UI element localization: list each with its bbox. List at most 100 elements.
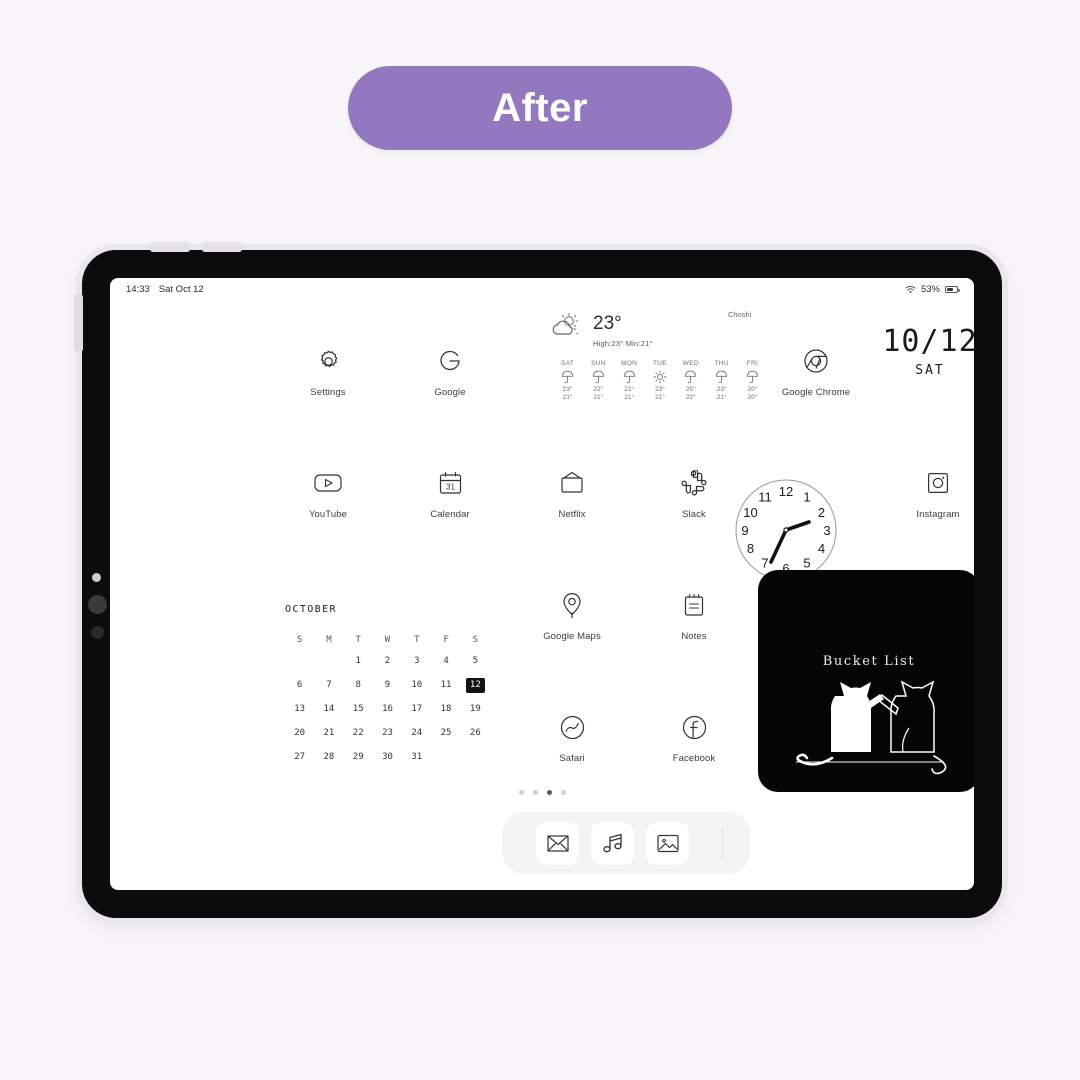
forecast-day-label: WED: [682, 360, 699, 367]
date-widget-date: 10/12: [882, 324, 974, 359]
app-youtube[interactable]: YouTube: [285, 466, 371, 520]
app-label: Facebook: [672, 753, 716, 764]
page-dot[interactable]: [532, 790, 538, 795]
calendar-icon: 31: [407, 466, 493, 500]
app-label: Safari: [559, 753, 585, 764]
calendar-day-cell[interactable]: 21: [314, 726, 343, 741]
calendar-weekday-header: T: [414, 635, 420, 645]
dock-divider: [721, 826, 723, 860]
date-widget-weekday: SAT: [915, 363, 945, 378]
svg-text:7: 7: [761, 556, 768, 571]
svg-text:5: 5: [803, 556, 810, 571]
calendar-day-cell[interactable]: 11: [431, 678, 460, 693]
calendar-day-cell[interactable]: 24: [402, 726, 431, 741]
after-banner-label: After: [492, 85, 588, 130]
calendar-day-cell[interactable]: 22: [344, 726, 373, 741]
weather-widget[interactable]: Choshi 23° High:23° Min:21° SAT 23° 21° …: [550, 310, 770, 401]
calendar-day-cell[interactable]: 13: [285, 702, 314, 717]
forecast-high: 22°: [624, 386, 635, 393]
top-button-right[interactable]: [202, 242, 242, 252]
calendar-day-cell[interactable]: 20: [285, 726, 314, 741]
app-instagram[interactable]: Instagram: [895, 466, 974, 520]
calendar-day-cell[interactable]: 9: [373, 678, 402, 693]
app-slack[interactable]: Slack: [651, 466, 737, 520]
forecast-day-label: SAT: [560, 360, 575, 367]
app-google[interactable]: Google: [407, 344, 493, 398]
side-volume-button[interactable]: [74, 294, 83, 352]
battery-icon: [945, 285, 960, 293]
svg-text:9: 9: [741, 523, 748, 538]
top-button-left[interactable]: [150, 242, 190, 252]
instagram-icon: [895, 466, 974, 500]
calendar-day-cell[interactable]: 31: [402, 750, 431, 765]
app-google-maps[interactable]: Google Maps: [529, 588, 615, 642]
calendar-day-cell[interactable]: 18: [431, 702, 460, 717]
forecast-low: 21°: [655, 394, 665, 401]
photo-icon: [656, 834, 679, 853]
calendar-day-cell[interactable]: 15: [344, 702, 373, 717]
bucket-list-widget[interactable]: Bucket List: [758, 570, 974, 792]
calendar-day-today[interactable]: 12: [461, 678, 490, 693]
dock-app-mail[interactable]: [536, 821, 579, 865]
sun-icon: [646, 369, 673, 385]
app-notes[interactable]: Notes: [651, 588, 737, 642]
page-dot[interactable]: [518, 790, 524, 795]
page-indicator-dots[interactable]: [110, 790, 974, 795]
page-dot-active[interactable]: [546, 790, 552, 795]
calendar-day-cell[interactable]: 2: [373, 654, 402, 669]
calendar-day-cell[interactable]: 17: [402, 702, 431, 717]
calendar-day-cell[interactable]: 29: [344, 750, 373, 765]
umbrella-icon: [585, 369, 612, 385]
app-google-chrome[interactable]: Google Chrome: [773, 344, 859, 398]
app-label: Calendar: [430, 509, 470, 520]
app-netflix[interactable]: Netflix: [529, 466, 615, 520]
calendar-day-cell[interactable]: 14: [314, 702, 343, 717]
calendar-day-cell[interactable]: 1: [344, 654, 373, 669]
calendar-day-cell[interactable]: 5: [461, 654, 490, 669]
compass-icon: [529, 710, 615, 744]
clock-widget[interactable]: 12 1 2 3 4 5 6 7 8 9 10 11: [734, 478, 838, 582]
app-label: Netflix: [558, 509, 586, 520]
forecast-day: TUE 23° 21°: [646, 360, 673, 401]
calendar-day-cell[interactable]: 3: [402, 654, 431, 669]
calendar-day-cell[interactable]: 8: [344, 678, 373, 693]
sensor-icon: [91, 626, 104, 639]
calendar-widget[interactable]: OCTOBER S M T W T F S 1 2 3 4 5 6 7 8 9 10 11 12 13 14 15 16 17…: [285, 604, 490, 765]
map-pin-icon: [529, 588, 615, 622]
forecast-low: 21°: [562, 394, 573, 401]
forecast-day-label: MON: [621, 360, 638, 367]
calendar-day-cell[interactable]: 16: [373, 702, 402, 717]
app-facebook[interactable]: Facebook: [651, 710, 737, 764]
dock-app-music[interactable]: [591, 821, 634, 865]
calendar-day-cell[interactable]: 19: [461, 702, 490, 717]
calendar-day-cell[interactable]: 4: [431, 654, 460, 669]
calendar-day-cell[interactable]: 23: [373, 726, 402, 741]
calendar-day-cell[interactable]: 28: [314, 750, 343, 765]
app-settings[interactable]: Settings: [285, 344, 371, 398]
umbrella-icon: [739, 369, 766, 385]
calendar-day-cell[interactable]: 30: [373, 750, 402, 765]
svg-text:11: 11: [758, 490, 772, 505]
calendar-day-cell[interactable]: 27: [285, 750, 314, 765]
youtube-icon: [285, 466, 371, 500]
camera-indicator-icon: [92, 573, 101, 582]
tablet-screen: 14:33 Sat Oct 12 53% Settings Google Goo…: [110, 278, 974, 890]
status-time: 14:33: [126, 283, 150, 295]
forecast-high: 23°: [716, 386, 727, 393]
svg-text:1: 1: [803, 490, 810, 505]
calendar-day-cell[interactable]: 6: [285, 678, 314, 693]
calendar-grid: S M T W T F S 1 2 3 4 5 6 7 8 9 10 11 12 13 14 15 16 17 18 19 20 21…: [285, 635, 490, 765]
slack-icon: [651, 466, 737, 500]
calendar-day-cell[interactable]: 7: [314, 678, 343, 693]
dock-app-photos[interactable]: [646, 821, 689, 865]
svg-text:3: 3: [823, 523, 830, 538]
calendar-day-cell[interactable]: 10: [402, 678, 431, 693]
calendar-day-cell[interactable]: 26: [461, 726, 490, 741]
page-dot[interactable]: [560, 790, 566, 795]
app-label: Google Chrome: [781, 387, 851, 398]
svg-text:31: 31: [446, 482, 455, 491]
calendar-day-cell[interactable]: 25: [431, 726, 460, 741]
date-widget[interactable]: 10/12 SAT: [870, 324, 974, 378]
app-safari[interactable]: Safari: [529, 710, 615, 764]
app-calendar[interactable]: 31 Calendar: [407, 466, 493, 520]
